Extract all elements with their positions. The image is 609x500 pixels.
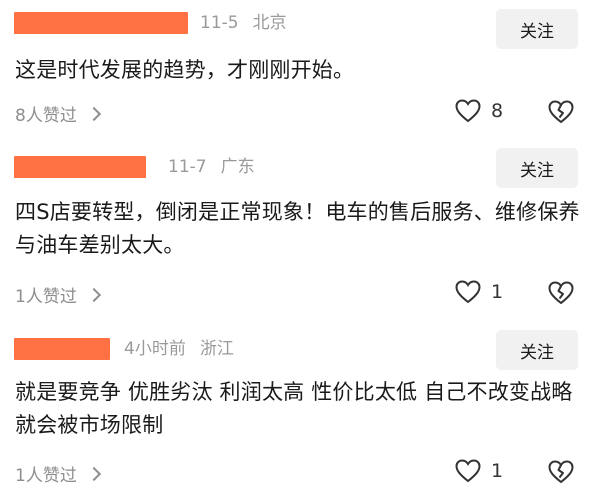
likers-link[interactable]: 1人赞过 — [15, 282, 101, 307]
dislike-button[interactable] — [548, 460, 574, 488]
broken-heart-icon — [548, 460, 574, 484]
broken-heart-icon — [548, 100, 574, 124]
comment-meta: 4小时前 浙江 — [124, 338, 234, 360]
comment-item: 11-7 广东 关注 四S店要转型，倒闭是正常现象！电车的售后服务、维修保养与油车… — [0, 140, 609, 320]
username-redacted[interactable] — [14, 156, 146, 178]
likers-link[interactable]: 8人赞过 — [15, 101, 101, 126]
follow-button[interactable]: 关注 — [496, 330, 578, 370]
follow-button[interactable]: 关注 — [496, 148, 578, 188]
comment-region: 广东 — [220, 157, 255, 177]
likers-count-label: 1人赞过 — [15, 287, 77, 307]
comment-time: 11-7 — [168, 157, 207, 177]
chevron-right-icon — [86, 287, 101, 303]
likers-count-label: 8人赞过 — [15, 106, 77, 126]
broken-heart-icon — [548, 281, 574, 305]
dislike-button[interactable] — [548, 281, 574, 309]
comment-item: 4小时前 浙江 关注 就是要竞争 优胜劣汰 利润太高 性价比太低 自己不改变战略就… — [0, 320, 609, 500]
comment-region: 北京 — [252, 13, 287, 33]
comment-time: 11-5 — [200, 13, 239, 33]
likers-link[interactable]: 1人赞过 — [15, 461, 101, 486]
heart-outline-icon — [455, 280, 481, 304]
chevron-right-icon — [86, 466, 101, 482]
heart-outline-icon — [455, 99, 481, 123]
like-button[interactable]: 1 — [455, 459, 503, 483]
username-redacted[interactable] — [14, 338, 110, 360]
comment-region: 浙江 — [199, 339, 234, 359]
comment-text: 就是要竞争 优胜劣汰 利润太高 性价比太低 自己不改变战略就会被市场限制 — [15, 380, 573, 437]
comment-text: 这是时代发展的趋势，才刚刚开始。 — [15, 58, 355, 82]
dislike-button[interactable] — [548, 100, 574, 128]
likers-count-label: 1人赞过 — [15, 466, 77, 486]
like-button[interactable]: 8 — [455, 99, 503, 123]
like-count: 1 — [491, 460, 504, 482]
comment-text: 四S店要转型，倒闭是正常现象！电车的售后服务、维修保养与油车差别太大。 — [15, 200, 580, 257]
comment-meta: 11-7 广东 — [168, 156, 255, 178]
chevron-right-icon — [86, 106, 101, 122]
like-count: 1 — [491, 281, 504, 303]
follow-button[interactable]: 关注 — [496, 9, 578, 49]
like-count: 8 — [491, 100, 504, 122]
heart-outline-icon — [455, 459, 481, 483]
comment-item: 11-5 北京 关注 这是时代发展的趋势，才刚刚开始。 8人赞过 8 — [0, 0, 609, 140]
comment-time: 4小时前 — [124, 339, 186, 359]
comment-meta: 11-5 北京 — [200, 12, 287, 34]
username-redacted[interactable] — [14, 12, 188, 34]
like-button[interactable]: 1 — [455, 280, 503, 304]
